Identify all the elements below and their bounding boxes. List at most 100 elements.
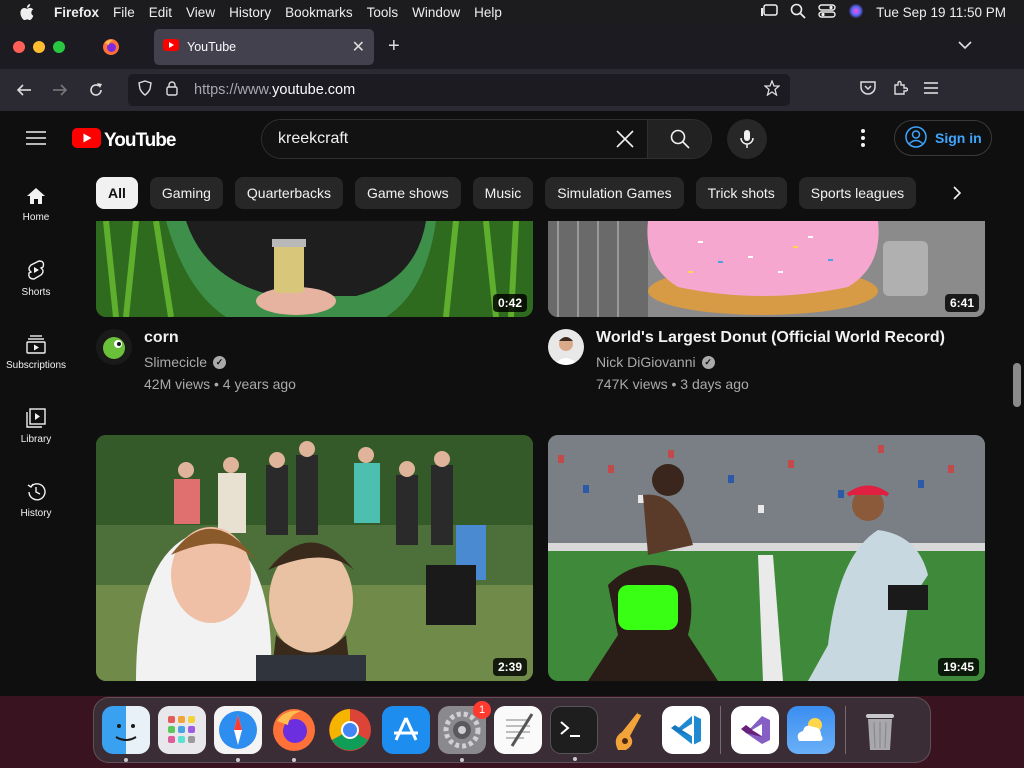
sidebar-item-subscriptions[interactable]: Subscriptions	[0, 315, 72, 389]
video-title[interactable]: World's Largest Donut (Official World Re…	[596, 329, 945, 347]
video-thumbnail[interactable]: 2:39	[96, 435, 533, 681]
youtube-play-logo-icon	[72, 128, 101, 153]
siri-icon[interactable]	[848, 3, 864, 22]
sidebar-item-shorts[interactable]: Shorts	[0, 241, 72, 315]
search-button[interactable]	[647, 120, 711, 158]
menu-tools[interactable]: Tools	[360, 5, 406, 20]
close-window-button[interactable]	[13, 40, 25, 53]
settings-more-icon[interactable]	[860, 128, 866, 153]
logo-text: YouTube	[104, 129, 176, 151]
channel-avatar[interactable]	[548, 329, 584, 365]
back-icon[interactable]	[6, 83, 42, 97]
reload-icon[interactable]	[78, 82, 114, 98]
app-store-icon[interactable]	[382, 706, 430, 754]
firefox-icon[interactable]	[270, 706, 318, 762]
chip-quarterbacks[interactable]: Quarterbacks	[234, 177, 343, 209]
pocket-icon[interactable]	[860, 80, 876, 100]
sidebar-item-history[interactable]: History	[0, 463, 72, 537]
chip-music[interactable]: Music	[472, 177, 534, 209]
chip-all[interactable]: All	[96, 177, 138, 209]
system-settings-icon[interactable]: 1	[438, 701, 491, 762]
menu-window[interactable]: Window	[405, 5, 467, 20]
chip-trick-shots[interactable]: Trick shots	[695, 177, 787, 209]
chips-next-button[interactable]	[940, 177, 974, 209]
extensions-icon[interactable]	[892, 80, 909, 101]
video-card[interactable]: 2:39	[96, 435, 533, 681]
video-title[interactable]: corn	[144, 329, 296, 347]
finder-icon[interactable]	[102, 706, 150, 762]
chrome-icon[interactable]	[326, 706, 374, 754]
chip-gaming[interactable]: Gaming	[149, 177, 223, 209]
safari-icon[interactable]	[214, 706, 262, 762]
firefox-view-icon[interactable]	[72, 38, 150, 56]
tab-youtube[interactable]: YouTube ✕	[154, 28, 374, 65]
launchpad-icon[interactable]	[158, 706, 206, 754]
new-tab-icon[interactable]: +	[388, 35, 400, 58]
lock-icon[interactable]	[166, 80, 178, 100]
channel-name[interactable]: Nick DiGiovanni	[596, 354, 696, 370]
bookmark-star-icon[interactable]	[763, 79, 781, 100]
apple-menu-icon[interactable]	[0, 4, 54, 20]
voice-search-button[interactable]	[727, 119, 767, 159]
weather-icon[interactable]	[787, 706, 835, 754]
zoom-window-button[interactable]	[53, 40, 65, 53]
chip-simulation-games[interactable]: Simulation Games	[545, 177, 684, 209]
channel-name[interactable]: Slimecicle	[144, 354, 207, 370]
menu-bookmarks[interactable]: Bookmarks	[278, 5, 360, 20]
menu-file[interactable]: File	[106, 5, 142, 20]
menu-app-name[interactable]: Firefox	[54, 5, 106, 20]
sidebar-item-label: Shorts	[21, 286, 51, 298]
list-all-tabs-icon[interactable]	[958, 37, 972, 55]
stage-manager-icon[interactable]	[760, 3, 778, 21]
url-text[interactable]: https://www.youtube.com	[194, 82, 355, 98]
menu-edit[interactable]: Edit	[142, 5, 179, 20]
video-stats: 42M views • 4 years ago	[144, 376, 296, 392]
sidebar-item-label: History	[20, 507, 52, 519]
verified-badge-icon: ✓	[701, 355, 715, 369]
address-bar[interactable]: https://www.youtube.com	[128, 74, 790, 106]
vscode-icon[interactable]	[662, 706, 710, 754]
sidebar-item-home[interactable]: Home	[0, 167, 72, 241]
sign-in-label: Sign in	[935, 130, 982, 146]
trash-icon[interactable]	[856, 706, 904, 754]
tab-title: YouTube	[187, 39, 237, 54]
app-menu-icon[interactable]	[924, 81, 938, 99]
channel-avatar[interactable]	[96, 329, 132, 365]
guide-menu-icon[interactable]	[26, 130, 46, 151]
clear-search-icon[interactable]	[603, 120, 647, 158]
tracking-protection-shield-icon[interactable]	[138, 80, 152, 100]
menu-view[interactable]: View	[179, 5, 222, 20]
search-input[interactable]: kreekcraft	[262, 120, 603, 158]
youtube-logo[interactable]: YouTube	[72, 128, 176, 153]
close-tab-icon[interactable]: ✕	[352, 37, 365, 57]
visual-studio-icon[interactable]	[731, 706, 779, 754]
video-meta: corn Slimecicle ✓ 42M views • 4 years ago	[96, 329, 533, 392]
verified-badge-icon: ✓	[213, 355, 227, 369]
forward-icon[interactable]	[42, 83, 78, 97]
history-icon	[27, 482, 46, 500]
account-icon	[905, 125, 927, 151]
video-card[interactable]: 19:45	[548, 435, 985, 681]
microphone-icon	[740, 130, 754, 148]
chip-sports-leagues[interactable]: Sports leagues	[798, 177, 917, 209]
terminal-icon[interactable]	[550, 706, 598, 761]
sidebar-item-label: Subscriptions	[5, 359, 67, 371]
sidebar-item-library[interactable]: Library	[0, 389, 72, 463]
page-scrollbar[interactable]	[1013, 363, 1021, 407]
video-card[interactable]: 0:42 corn Slimecicle ✓ 42M views • 4 year…	[96, 221, 533, 392]
sign-in-button[interactable]: Sign in	[894, 120, 992, 156]
video-thumbnail[interactable]: 0:42	[96, 221, 533, 317]
chip-game-shows[interactable]: Game shows	[354, 177, 461, 209]
menu-help[interactable]: Help	[467, 5, 509, 20]
control-center-icon[interactable]	[818, 3, 836, 21]
garageband-icon[interactable]	[606, 706, 654, 754]
sidebar-item-label: Home	[22, 211, 50, 223]
menu-history[interactable]: History	[222, 5, 278, 20]
video-thumbnail[interactable]: 6:41	[548, 221, 985, 317]
video-card[interactable]: 6:41 World's Largest Donut (Official Wor…	[548, 221, 985, 392]
menu-clock[interactable]: Tue Sep 19 11:50 PM	[876, 5, 1006, 20]
minimize-window-button[interactable]	[33, 40, 45, 53]
video-thumbnail[interactable]: 19:45	[548, 435, 985, 681]
textedit-icon[interactable]	[494, 706, 542, 754]
spotlight-icon[interactable]	[790, 3, 806, 22]
